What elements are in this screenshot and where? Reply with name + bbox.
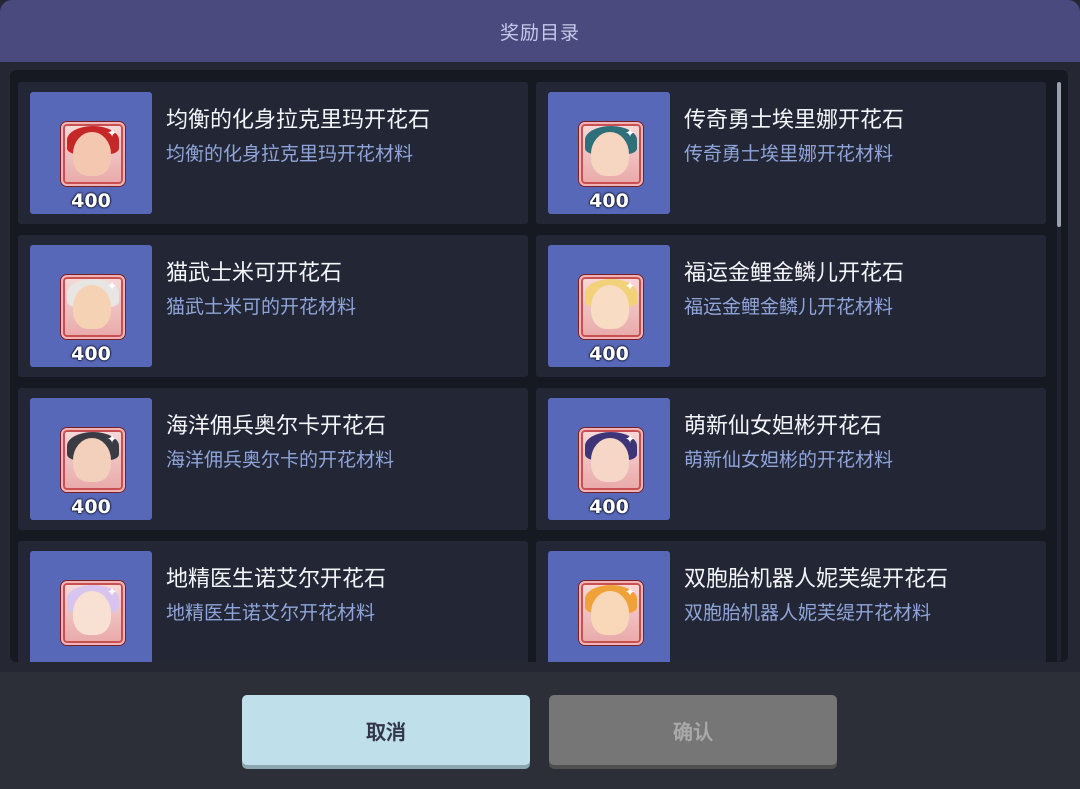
reward-description: 传奇勇士埃里娜开花材料 <box>684 143 894 165</box>
reward-thumbnail: ✦ 400 <box>30 245 152 367</box>
sparkle-icon: ✦ <box>624 126 635 140</box>
reward-name: 猫武士米可开花石 <box>166 261 343 286</box>
reward-description: 海洋佣兵奥尔卡的开花材料 <box>166 449 395 471</box>
sparkle-icon: ✦ <box>106 432 117 446</box>
reward-description: 地精医生诺艾尔开花材料 <box>166 602 376 624</box>
portrait-face <box>591 132 629 176</box>
reward-quantity: 400 <box>589 496 629 518</box>
portrait-orange-hair-icon: ✦ <box>579 581 643 645</box>
sparkle-icon: ✦ <box>106 279 117 293</box>
reward-name: 传奇勇士埃里娜开花石 <box>684 108 905 133</box>
reward-thumbnail: ✦ 400 <box>548 245 670 367</box>
reward-thumbnail: ✦ 400 <box>548 398 670 520</box>
reward-item[interactable]: ✦ 400 福运金鲤金鳞儿开花石 福运金鲤金鳞儿开花材料 <box>536 235 1046 377</box>
reward-thumbnail: ✦ 400 <box>548 92 670 214</box>
dialog-footer: 取消 确认 <box>0 672 1080 789</box>
portrait-face <box>591 285 629 329</box>
reward-item[interactable]: ✦ 400 萌新仙女妲彬开花石 萌新仙女妲彬的开花材料 <box>536 388 1046 530</box>
scrollbar-thumb[interactable] <box>1057 82 1061 227</box>
cancel-button[interactable]: 取消 <box>242 695 530 765</box>
reward-description: 均衡的化身拉克里玛开花材料 <box>166 143 414 165</box>
reward-item[interactable]: ✦ 双胞胎机器人妮芙缇开花石 双胞胎机器人妮芙缇开花材料 <box>536 541 1046 662</box>
reward-thumbnail: ✦ <box>30 551 152 662</box>
sparkle-icon: ✦ <box>106 126 117 140</box>
reward-item[interactable]: ✦ 地精医生诺艾尔开花石 地精医生诺艾尔开花材料 <box>18 541 528 662</box>
reward-name: 福运金鲤金鳞儿开花石 <box>684 261 905 286</box>
sparkle-icon: ✦ <box>624 585 635 599</box>
reward-item[interactable]: ✦ 400 传奇勇士埃里娜开花石 传奇勇士埃里娜开花材料 <box>536 82 1046 224</box>
reward-catalog-dialog: 奖励目录 ✦ 400 均衡的化身拉克里玛开花石 均衡的化身拉克里玛开花材料 ✦ 400 传奇… <box>0 0 1080 789</box>
reward-quantity: 400 <box>589 343 629 365</box>
reward-thumbnail: ✦ 400 <box>30 398 152 520</box>
portrait-face <box>73 132 111 176</box>
sparkle-icon: ✦ <box>624 279 635 293</box>
reward-name: 海洋佣兵奥尔卡开花石 <box>166 414 387 439</box>
sparkle-icon: ✦ <box>624 432 635 446</box>
reward-item[interactable]: ✦ 400 海洋佣兵奥尔卡开花石 海洋佣兵奥尔卡的开花材料 <box>18 388 528 530</box>
reward-name: 均衡的化身拉克里玛开花石 <box>166 108 431 133</box>
portrait-purple-hair-icon: ✦ <box>579 428 643 492</box>
portrait-white-hair-icon: ✦ <box>61 275 125 339</box>
portrait-red-hair-icon: ✦ <box>61 122 125 186</box>
reward-description: 萌新仙女妲彬的开花材料 <box>684 449 894 471</box>
portrait-face <box>591 438 629 482</box>
reward-description: 双胞胎机器人妮芙缇开花材料 <box>684 602 932 624</box>
reward-item[interactable]: ✦ 400 猫武士米可开花石 猫武士米可的开花材料 <box>18 235 528 377</box>
portrait-blonde-hair-icon: ✦ <box>579 275 643 339</box>
reward-name: 地精医生诺艾尔开花石 <box>166 567 387 592</box>
reward-name: 萌新仙女妲彬开花石 <box>684 414 883 439</box>
portrait-face <box>73 438 111 482</box>
reward-thumbnail: ✦ 400 <box>30 92 152 214</box>
portrait-face <box>591 591 629 635</box>
reward-quantity: 400 <box>589 190 629 212</box>
reward-thumbnail: ✦ <box>548 551 670 662</box>
portrait-face <box>73 591 111 635</box>
scrollbar[interactable] <box>1057 82 1061 662</box>
reward-name: 双胞胎机器人妮芙缇开花石 <box>684 567 949 592</box>
reward-description: 福运金鲤金鳞儿开花材料 <box>684 296 894 318</box>
dialog-title: 奖励目录 <box>0 0 1080 62</box>
reward-item[interactable]: ✦ 400 均衡的化身拉克里玛开花石 均衡的化身拉克里玛开花材料 <box>18 82 528 224</box>
portrait-lilac-hair-icon: ✦ <box>61 581 125 645</box>
reward-quantity: 400 <box>71 496 111 518</box>
portrait-dark-hair-icon: ✦ <box>61 428 125 492</box>
reward-list[interactable]: ✦ 400 均衡的化身拉克里玛开花石 均衡的化身拉克里玛开花材料 ✦ 400 传奇勇士埃里娜… <box>10 70 1068 662</box>
reward-quantity: 400 <box>71 343 111 365</box>
portrait-teal-hair-icon: ✦ <box>579 122 643 186</box>
sparkle-icon: ✦ <box>106 585 117 599</box>
confirm-button[interactable]: 确认 <box>549 695 837 765</box>
reward-description: 猫武士米可的开花材料 <box>166 296 357 318</box>
reward-quantity: 400 <box>71 190 111 212</box>
portrait-face <box>73 285 111 329</box>
